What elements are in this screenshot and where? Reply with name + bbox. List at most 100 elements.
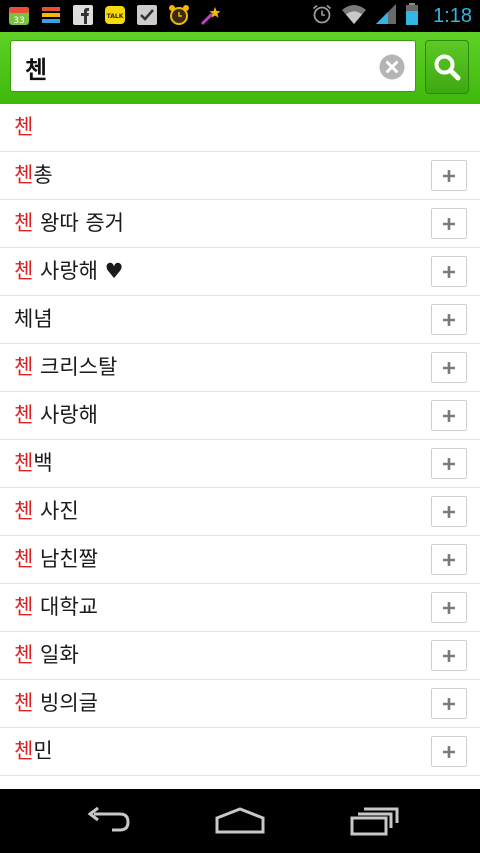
suggestion-highlight: 첸 xyxy=(14,355,34,379)
suggestion-rest: 크리스탈 xyxy=(33,355,118,379)
add-suggestion-button[interactable] xyxy=(431,736,467,767)
suggestion-list: 첸 첸총 첸 왕따 증거 첸 사랑해 ♥ 체념 첸 크리스탈 첸 사랑해 첸백 첸 사진 첸 남친… xyxy=(0,104,480,776)
suggestion-text: 첸 일화 xyxy=(14,632,79,679)
add-suggestion-button[interactable] xyxy=(431,208,467,239)
add-suggestion-button[interactable] xyxy=(431,592,467,623)
suggestion-text: 첸 사랑해 xyxy=(14,392,98,439)
plus-icon xyxy=(443,601,455,614)
suggestion-highlight: 첸 xyxy=(14,499,34,523)
add-suggestion-button[interactable] xyxy=(431,496,467,527)
suggestion-rest: 대학교 xyxy=(33,595,98,619)
suggestion-text: 첸총 xyxy=(14,152,53,199)
suggestion-highlight: 첸 xyxy=(14,259,34,283)
suggestion-rest: 사랑해 xyxy=(33,403,98,427)
plus-icon xyxy=(443,313,455,326)
suggestion-row[interactable]: 첸백 xyxy=(0,440,480,488)
suggestion-row[interactable]: 첸 빙의글 xyxy=(0,680,480,728)
search-input[interactable] xyxy=(23,48,387,86)
plus-icon xyxy=(443,505,455,518)
suggestion-row[interactable]: 첸 사진 xyxy=(0,488,480,536)
plus-icon xyxy=(443,409,455,422)
suggestion-text: 첸 사랑해 ♥ xyxy=(14,248,123,295)
stack-icon xyxy=(40,4,62,26)
suggestion-rest: 빙의글 xyxy=(33,691,98,715)
add-suggestion-button[interactable] xyxy=(431,544,467,575)
notification-icons: 33 TALK xyxy=(8,4,222,26)
suggestion-row[interactable]: 첸 대학교 xyxy=(0,584,480,632)
suggestion-highlight: 첸 xyxy=(14,739,34,763)
plus-icon xyxy=(443,553,455,566)
add-suggestion-button[interactable] xyxy=(431,256,467,287)
plus-icon xyxy=(443,217,455,230)
add-suggestion-button[interactable] xyxy=(431,304,467,335)
suggestion-rest: 백 xyxy=(33,451,53,475)
back-button[interactable] xyxy=(77,803,137,839)
plus-icon xyxy=(443,649,455,662)
suggestion-rest: 사진 xyxy=(33,499,79,523)
facebook-icon xyxy=(72,4,94,26)
suggestion-highlight: 첸 xyxy=(14,451,34,475)
suggestion-rest: 체념 xyxy=(14,307,53,331)
suggestion-row[interactable]: 첸 일화 xyxy=(0,632,480,680)
suggestion-row[interactable]: 체념 xyxy=(0,296,480,344)
suggestion-rest: 남친짤 xyxy=(33,547,98,571)
suggestion-rest: 왕따 증거 xyxy=(33,211,124,235)
plus-icon xyxy=(443,265,455,278)
kakaotalk-icon: TALK xyxy=(104,4,126,26)
add-suggestion-button[interactable] xyxy=(431,688,467,719)
add-suggestion-button[interactable] xyxy=(431,160,467,191)
clear-search-button[interactable] xyxy=(379,54,405,80)
plus-icon xyxy=(443,697,455,710)
suggestion-row[interactable]: 첸 남친짤 xyxy=(0,536,480,584)
suggestion-highlight: 첸 xyxy=(14,403,34,427)
suggestion-text: 체념 xyxy=(14,296,53,343)
suggestion-row[interactable]: 첸 왕따 증거 xyxy=(0,200,480,248)
suggestion-rest: 일화 xyxy=(33,643,79,667)
add-suggestion-button[interactable] xyxy=(431,352,467,383)
suggestion-row[interactable]: 첸 크리스탈 xyxy=(0,344,480,392)
plus-icon xyxy=(443,745,455,758)
svg-text:33: 33 xyxy=(13,16,24,26)
suggestion-highlight: 첸 xyxy=(14,163,34,187)
suggestion-row[interactable]: 첸 xyxy=(0,104,480,152)
suggestion-text: 첸민 xyxy=(14,728,53,775)
alarm-icon xyxy=(311,3,333,29)
add-suggestion-button[interactable] xyxy=(431,640,467,671)
suggestion-rest: 민 xyxy=(33,739,53,763)
suggestion-rest: 총 xyxy=(33,163,53,187)
search-box xyxy=(10,40,416,92)
suggestion-highlight: 첸 xyxy=(14,547,34,571)
signal-icon xyxy=(375,3,397,29)
svg-text:TALK: TALK xyxy=(107,13,124,20)
search-button[interactable] xyxy=(425,40,469,94)
suggestion-text: 첸 사진 xyxy=(14,488,79,535)
plus-icon xyxy=(443,169,455,182)
suggestion-row[interactable]: 첸민 xyxy=(0,728,480,776)
suggestion-text: 첸 왕따 증거 xyxy=(14,200,124,247)
battery-icon xyxy=(405,2,419,30)
suggestion-highlight: 첸 xyxy=(14,595,34,619)
search-bar xyxy=(0,32,480,104)
suggestion-highlight: 첸 xyxy=(14,643,34,667)
clock-time: 1:18 xyxy=(433,4,472,27)
home-button[interactable] xyxy=(210,803,270,839)
suggestion-text: 첸 빙의글 xyxy=(14,680,98,727)
status-bar: 33 TALK 1:18 xyxy=(0,0,480,32)
recent-apps-button[interactable] xyxy=(344,803,404,839)
close-circle-icon xyxy=(379,54,405,80)
suggestion-row[interactable]: 첸총 xyxy=(0,152,480,200)
system-status-icons: 1:18 xyxy=(311,0,472,32)
suggestion-text: 첸 xyxy=(14,104,33,151)
suggestion-highlight: 첸 xyxy=(14,211,34,235)
alarm-clock-icon xyxy=(168,4,190,26)
plus-icon xyxy=(443,457,455,470)
add-suggestion-button[interactable] xyxy=(431,448,467,479)
suggestion-row[interactable]: 첸 사랑해 ♥ xyxy=(0,248,480,296)
suggestion-row[interactable]: 첸 사랑해 xyxy=(0,392,480,440)
navigation-bar xyxy=(0,789,480,853)
suggestion-highlight: 첸 xyxy=(14,115,34,139)
suggestion-text: 첸백 xyxy=(14,440,53,487)
plus-icon xyxy=(443,361,455,374)
calendar-33-icon: 33 xyxy=(8,4,30,26)
add-suggestion-button[interactable] xyxy=(431,400,467,431)
